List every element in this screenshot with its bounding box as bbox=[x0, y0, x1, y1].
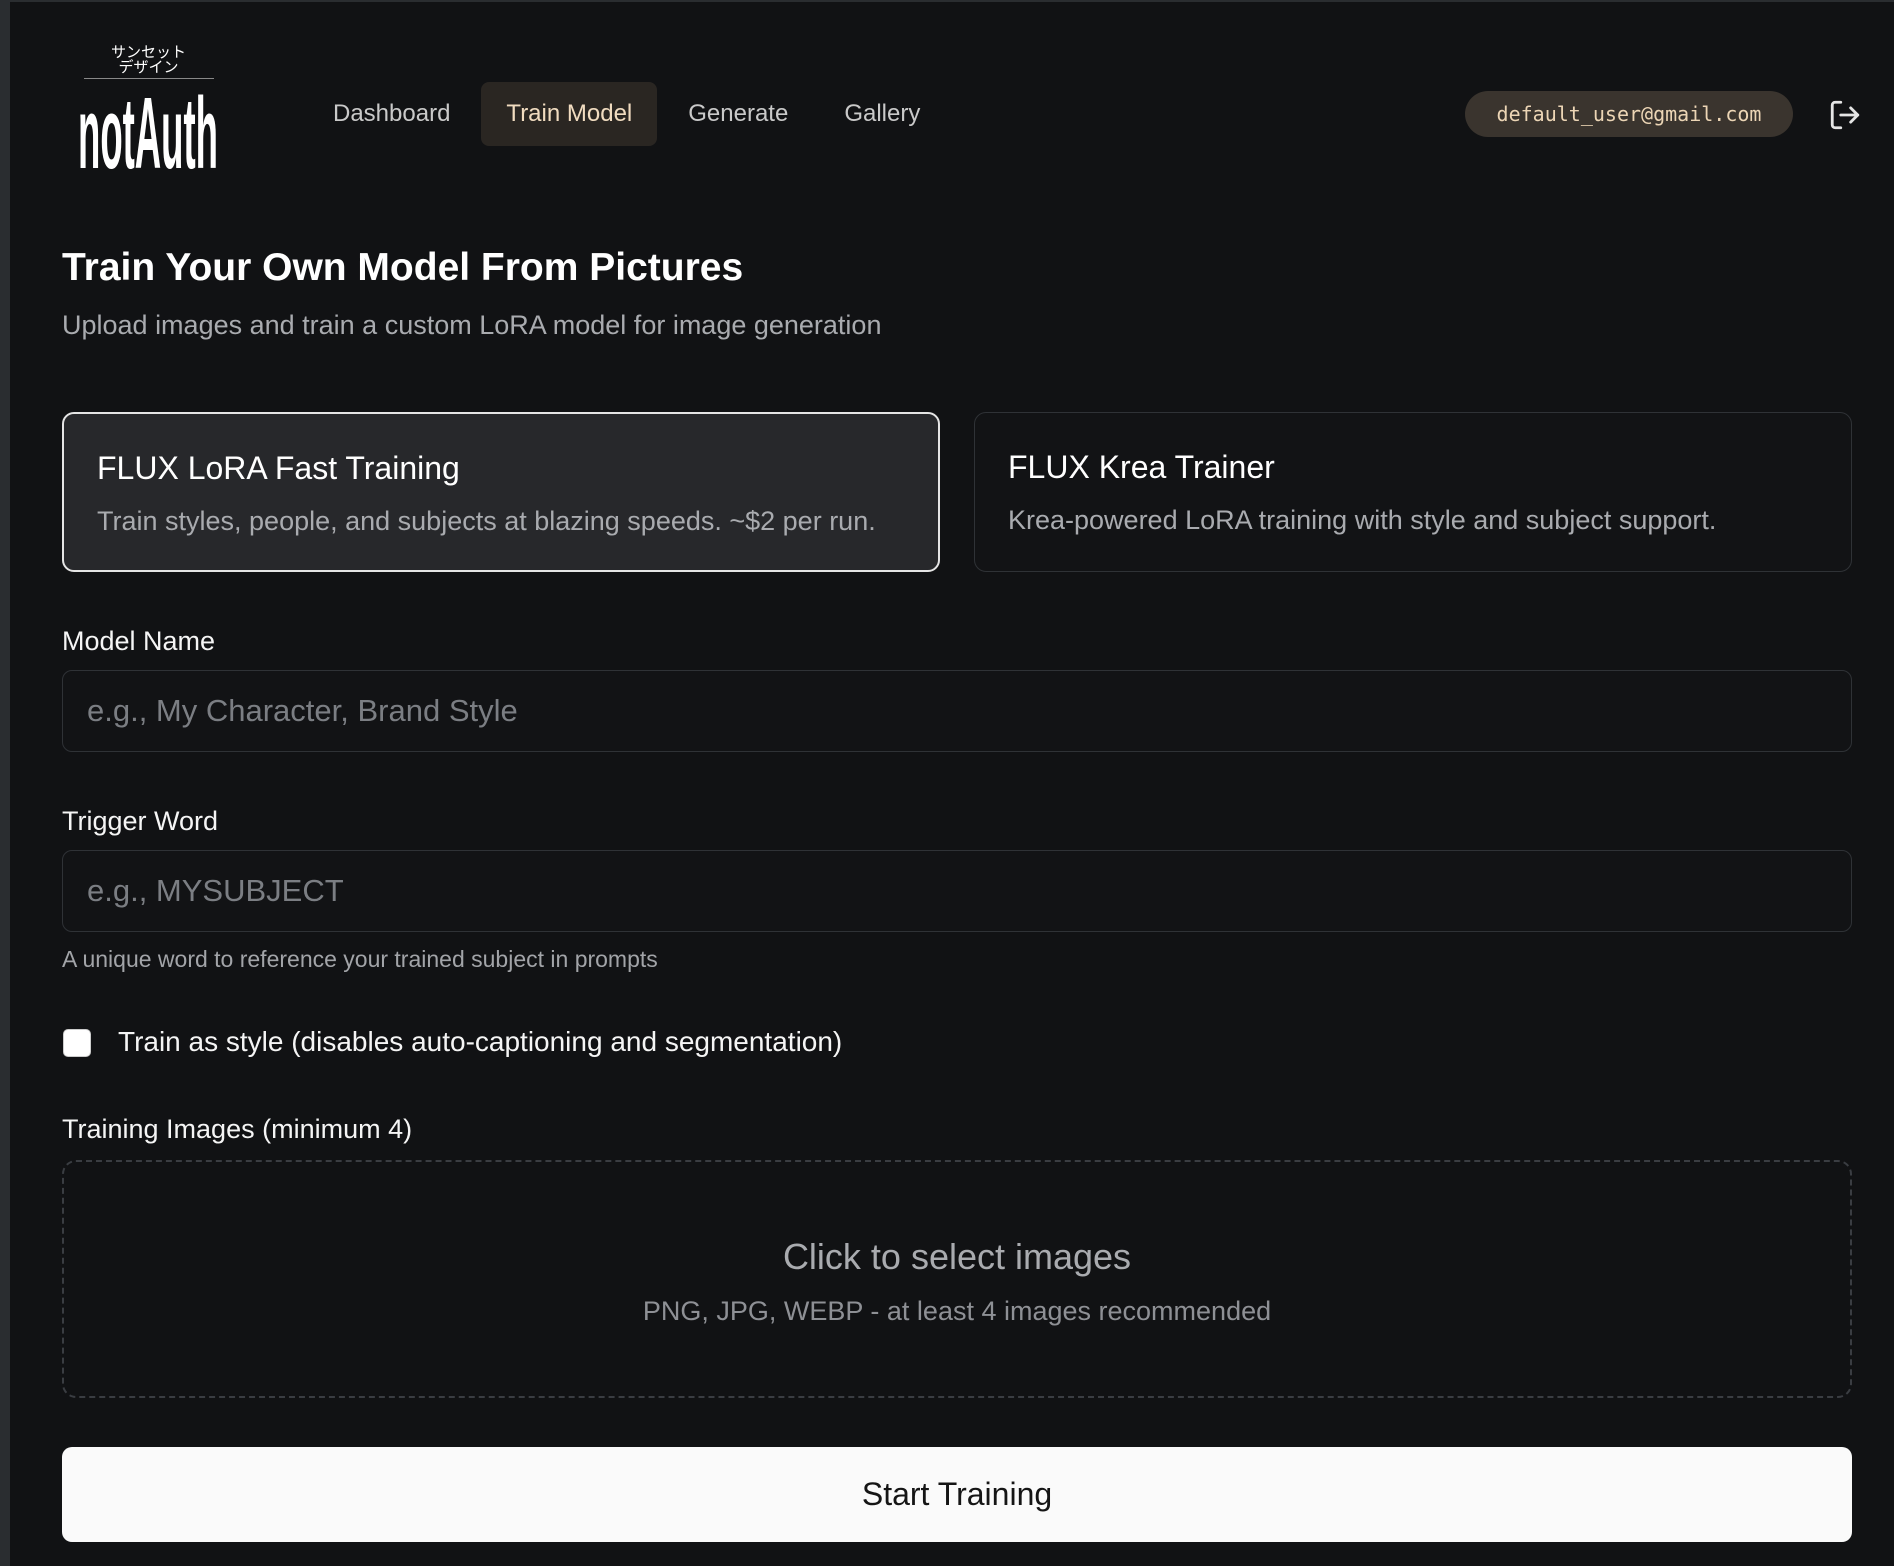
model-name-input[interactable] bbox=[62, 670, 1852, 752]
trainer-card-flux-krea[interactable]: FLUX Krea Trainer Krea-powered LoRA trai… bbox=[974, 412, 1852, 572]
logout-icon[interactable] bbox=[1828, 98, 1862, 132]
page-subtitle: Upload images and train a custom LoRA mo… bbox=[62, 310, 882, 340]
logo-wordmark-text: notAuth bbox=[78, 78, 218, 186]
train-as-style-label[interactable]: Train as style (disables auto-captioning… bbox=[118, 1026, 842, 1058]
main-nav: Dashboard Train Model Generate Gallery bbox=[308, 82, 951, 146]
user-email-badge[interactable]: default_user@gmail.com bbox=[1465, 91, 1793, 137]
trainer-card-description: Krea-powered LoRA training with style an… bbox=[1008, 505, 1717, 535]
image-dropzone[interactable]: Click to select images PNG, JPG, WEBP - … bbox=[62, 1160, 1852, 1398]
logo-wordmark: notAuth bbox=[78, 78, 218, 186]
nav-dashboard[interactable]: Dashboard bbox=[308, 82, 475, 146]
page: サンセット デザイン notAuth Dashboard Train Model… bbox=[10, 2, 1894, 1566]
training-images-label: Training Images (minimum 4) bbox=[62, 1114, 413, 1144]
nav-train-model[interactable]: Train Model bbox=[481, 82, 658, 146]
trigger-word-label: Trigger Word bbox=[62, 806, 219, 836]
trigger-word-input[interactable] bbox=[62, 850, 1852, 932]
page-title: Train Your Own Model From Pictures bbox=[62, 246, 744, 289]
trainer-card-title: FLUX LoRA Fast Training bbox=[97, 450, 460, 486]
start-training-button[interactable]: Start Training bbox=[62, 1447, 1852, 1542]
trigger-word-hint: A unique word to reference your trained … bbox=[62, 946, 658, 972]
trainer-card-description: Train styles, people, and subjects at bl… bbox=[97, 506, 876, 536]
nav-generate[interactable]: Generate bbox=[663, 82, 813, 146]
dropzone-title: Click to select images bbox=[782, 1236, 1132, 1277]
logo[interactable]: サンセット デザイン notAuth bbox=[76, 44, 221, 189]
dropzone-subtitle: PNG, JPG, WEBP - at least 4 images recom… bbox=[642, 1296, 1272, 1326]
train-as-style-checkbox[interactable] bbox=[63, 1029, 91, 1057]
trainer-card-flux-lora-fast[interactable]: FLUX LoRA Fast Training Train styles, pe… bbox=[62, 412, 940, 572]
model-name-label: Model Name bbox=[62, 626, 216, 656]
window-edge bbox=[0, 0, 10, 1566]
logo-jp-line-2: デザイン bbox=[118, 58, 179, 76]
trainer-card-title: FLUX Krea Trainer bbox=[1008, 449, 1275, 485]
nav-gallery[interactable]: Gallery bbox=[819, 82, 945, 146]
